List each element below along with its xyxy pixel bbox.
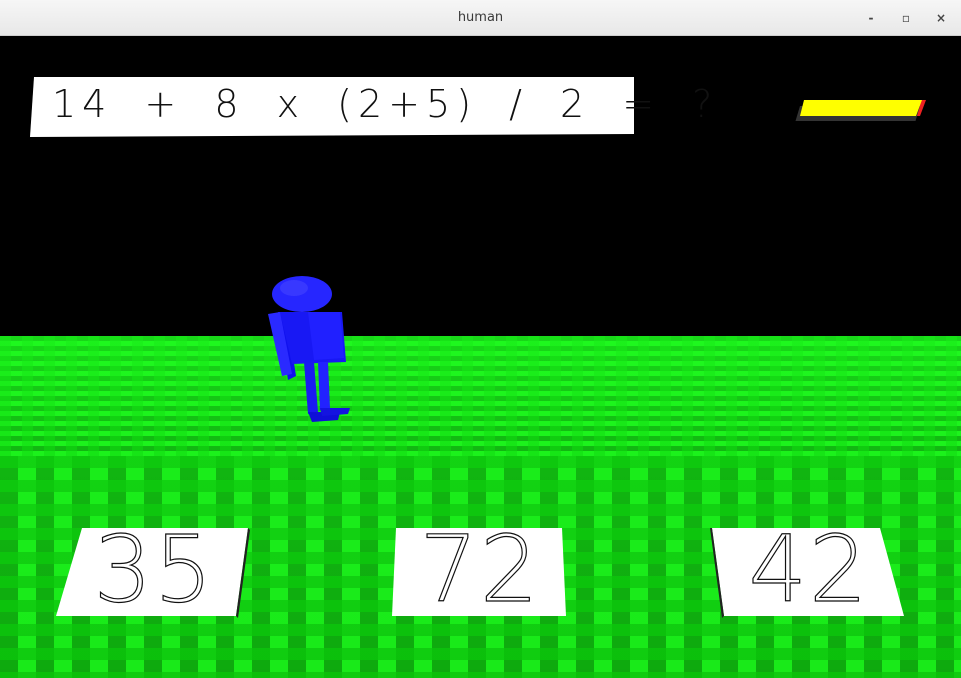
game-viewport[interactable]: 14 + 8 x (2+5) / 2 = ? 35 72 42	[0, 36, 961, 678]
title-bar[interactable]: human - ▫ ×	[0, 0, 961, 36]
question-panel: 14 + 8 x (2+5) / 2 = ?	[30, 76, 712, 137]
answer-card-3[interactable]: 42	[710, 521, 910, 618]
energy-bar	[800, 100, 922, 116]
answer-label-3: 42	[748, 516, 870, 623]
question-text: 14 + 8 x (2+5) / 2 = ?	[52, 82, 719, 126]
answer-card-1[interactable]: 35	[54, 521, 254, 618]
ground-plane	[0, 336, 961, 678]
minimize-button[interactable]: -	[861, 8, 881, 28]
maximize-button[interactable]: ▫	[896, 8, 916, 28]
game-window: human - ▫ × 14 + 8 x (2+5) / 2 = ? 35 72…	[0, 0, 961, 678]
answer-card-2[interactable]: 72	[390, 521, 590, 618]
player-character	[268, 276, 350, 422]
close-button[interactable]: ×	[931, 8, 951, 28]
answer-label-2: 72	[419, 516, 541, 623]
hud-status	[795, 100, 926, 121]
window-title: human	[457, 10, 504, 25]
answer-label-1: 35	[93, 516, 215, 623]
